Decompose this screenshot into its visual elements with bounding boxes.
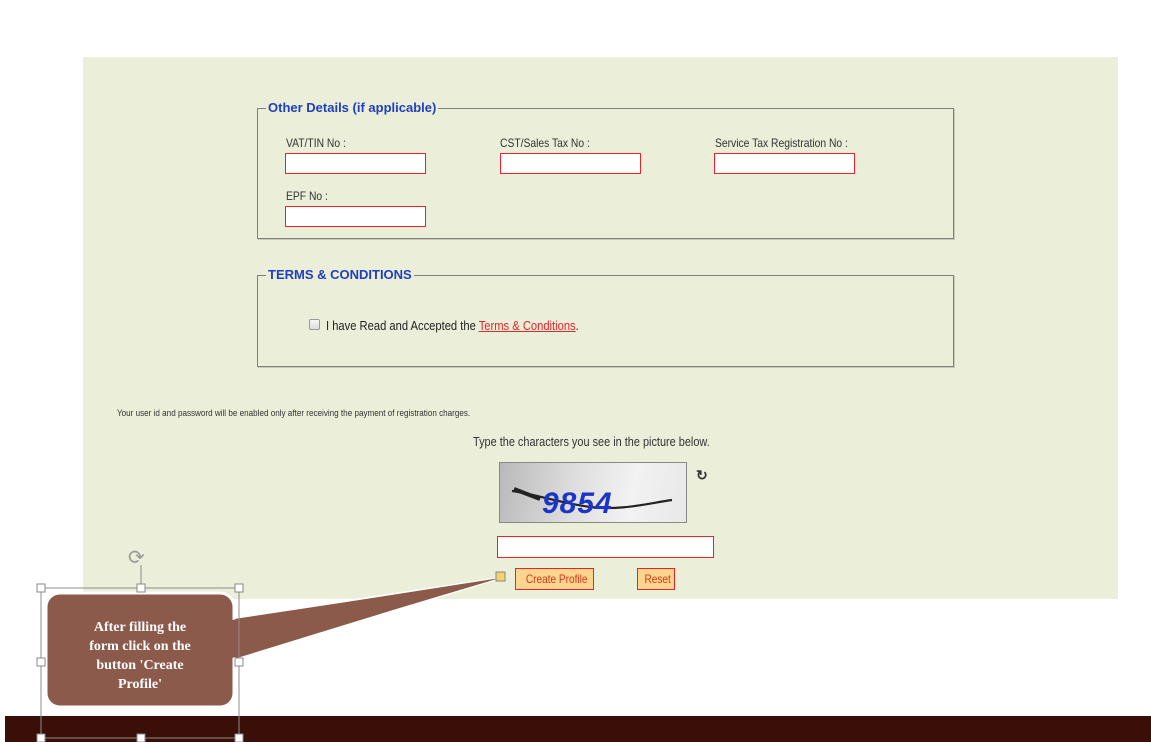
- create-profile-button[interactable]: Create Profile: [515, 568, 594, 590]
- epf-input[interactable]: [285, 206, 426, 227]
- vat-tin-label: VAT/TIN No :: [286, 136, 346, 150]
- vat-tin-input[interactable]: [285, 153, 426, 174]
- refresh-icon[interactable]: ↻: [696, 467, 708, 484]
- service-tax-input[interactable]: [714, 153, 855, 174]
- cst-sales-tax-label: CST/Sales Tax No :: [500, 136, 590, 150]
- callout-line-1: After filling the: [93, 620, 187, 635]
- service-tax-label: Service Tax Registration No :: [715, 136, 848, 150]
- terms-text: I have Read and Accepted the Terms & Con…: [326, 318, 579, 333]
- callout-line-4: Profile': [117, 677, 163, 692]
- terms-conditions-link[interactable]: Terms & Conditions: [479, 318, 576, 333]
- epf-label: EPF No :: [286, 189, 328, 203]
- callout-line-2: form click on the: [89, 639, 191, 654]
- footer-bar: [5, 716, 1151, 742]
- reset-label: Reset: [644, 572, 671, 586]
- captcha-image: 9854: [499, 462, 687, 523]
- terms-checkbox[interactable]: [309, 319, 320, 330]
- terms-legend: TERMS & CONDITIONS: [266, 267, 414, 283]
- callout-line-3: button 'Create: [96, 658, 184, 673]
- reset-button[interactable]: Reset: [637, 568, 675, 590]
- captcha-text: 9854: [542, 487, 613, 520]
- rotate-handle-icon[interactable]: ⟳: [128, 545, 145, 570]
- other-details-legend: Other Details (if applicable): [266, 100, 439, 116]
- captcha-input[interactable]: [497, 536, 714, 558]
- callout-text: After filling the form click on the butt…: [46, 618, 234, 694]
- cst-sales-tax-input[interactable]: [500, 153, 641, 174]
- registration-note: Your user id and password will be enable…: [117, 408, 471, 418]
- terms-prefix: I have Read and Accepted the: [326, 318, 479, 333]
- create-profile-label: Create Profile: [525, 572, 588, 586]
- terms-suffix: .: [575, 318, 579, 333]
- captcha-distortion: 9854: [511, 487, 673, 520]
- captcha-instruction: Type the characters you see in the pictu…: [473, 434, 710, 449]
